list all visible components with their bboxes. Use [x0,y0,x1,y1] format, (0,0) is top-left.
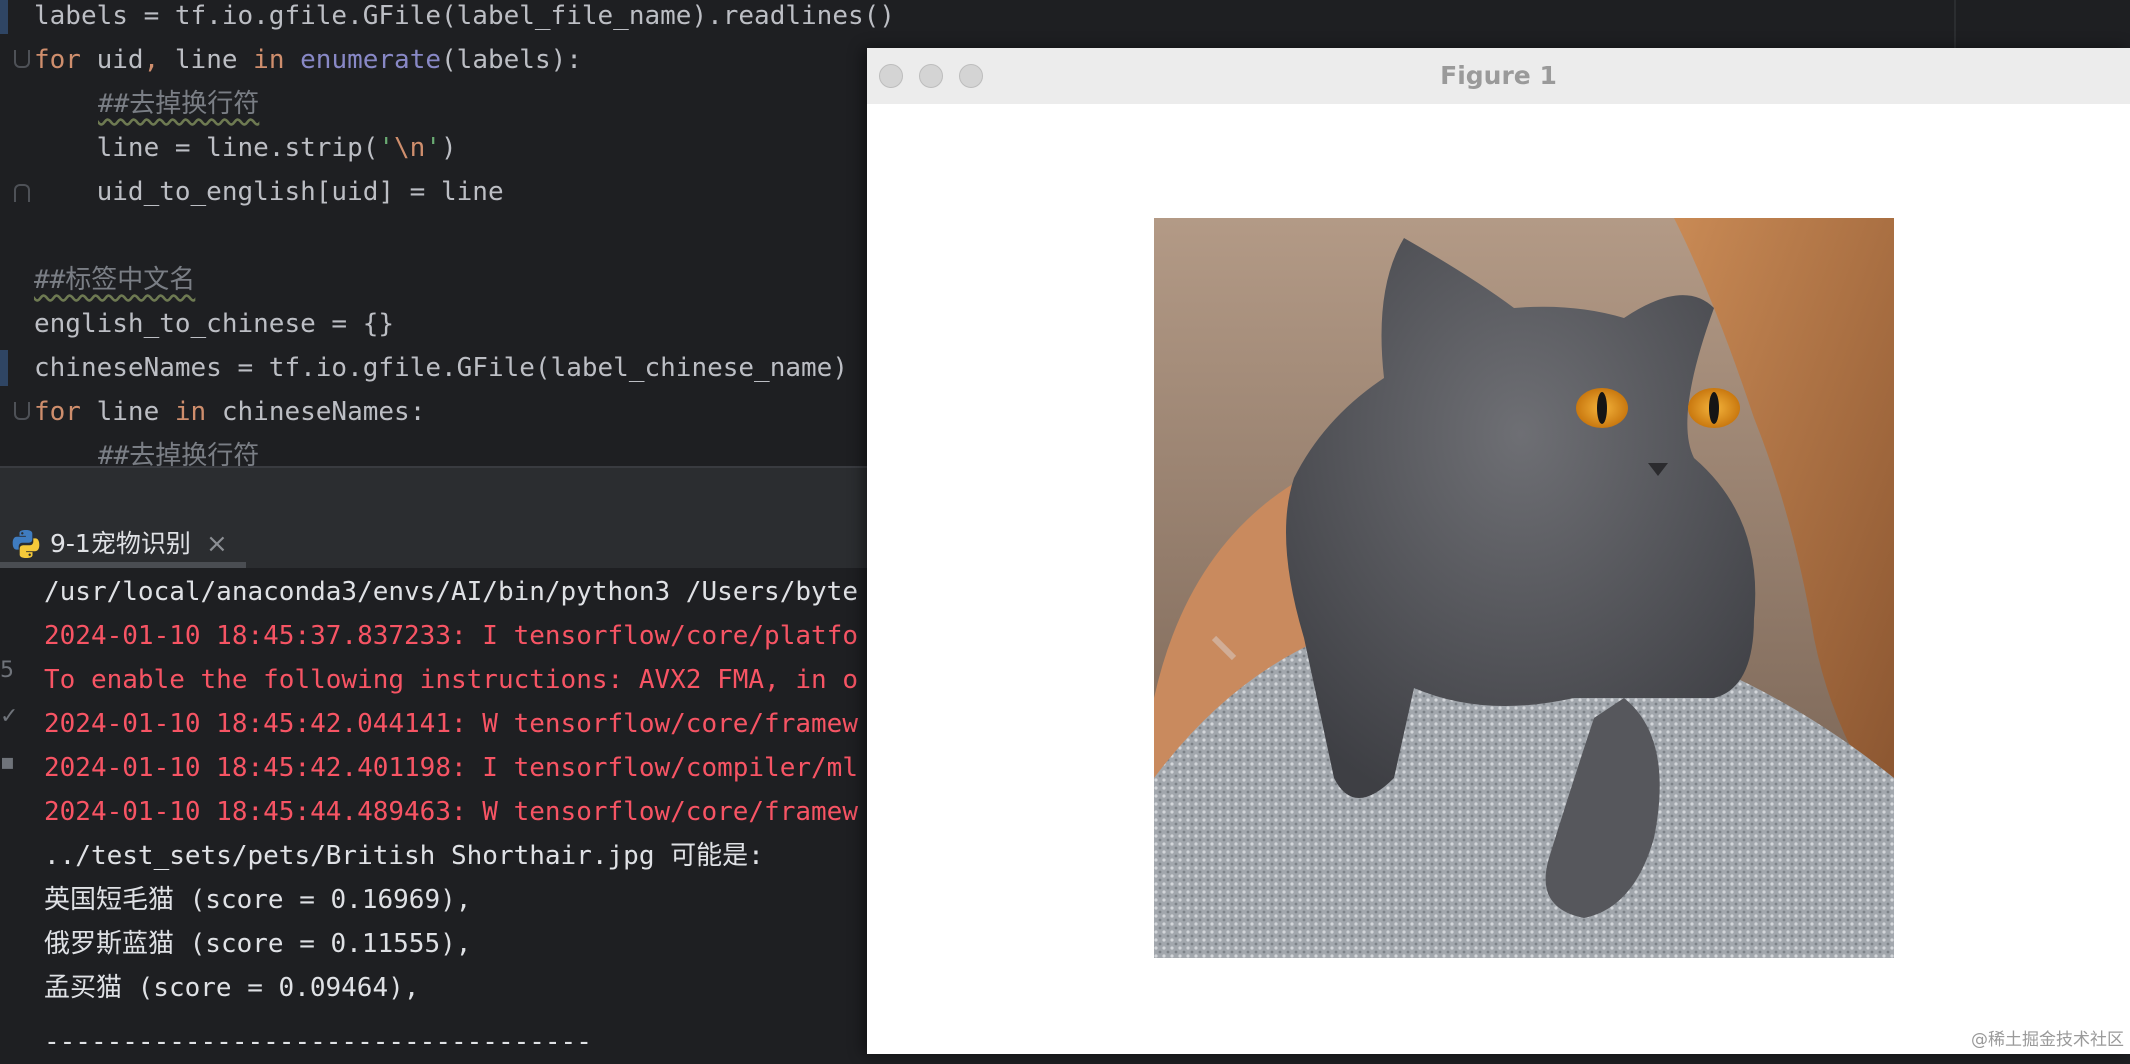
console-line-error: 2024-01-10 18:45:37.837233: I tensorflow… [44,621,858,651]
comment: ##去掉换行符 [98,441,260,466]
code-line-1[interactable]: labels = tf.io.gfile.GFile(label_file_na… [0,0,2130,38]
toolbar-glyph[interactable]: ▪ [0,750,15,775]
cat-photo [1154,218,1894,958]
code-text: for uid, line in enumerate(labels): [34,38,582,82]
console-line-error: 2024-01-10 18:45:42.044141: W tensorflow… [44,709,858,739]
keyword: for [34,397,81,427]
comment: ##去掉换行符 [98,89,260,119]
console-separator: ----------------------------------- [44,1027,592,1057]
console-line-error: 2024-01-10 18:45:44.489463: W tensorflow… [44,797,858,827]
code-token: , [143,45,160,75]
code-token: (labels): [441,45,582,75]
toolbar-glyph[interactable]: 5 [0,658,14,683]
figure-window[interactable]: Figure 1 [867,48,2130,1054]
code-text: line = line.strip('\n') [34,126,457,170]
code-token: line [159,45,254,75]
watermark: @稀土掘金技术社区 [1971,1030,2124,1050]
console-line: ../test_sets/pets/British Shorthair.jpg … [44,841,764,871]
string: ' [378,133,395,163]
keyword: in [174,397,207,427]
code-text: ##去掉换行符 [98,82,259,126]
code-text: ##标签中文名 [34,258,195,302]
console-line-error: To enable the following instructions: AV… [44,665,858,695]
code-token: uid [80,45,144,75]
escape-sequence: \n [394,133,426,163]
keyword: for [34,45,81,75]
console-line: 俄罗斯蓝猫 (score = 0.11555), [44,929,472,959]
vcs-change-marker [0,350,8,386]
console-line: 英国短毛猫 (score = 0.16969), [44,885,472,915]
code-text: for line in chineseNames: [34,390,425,434]
code-token: ) [441,133,457,163]
comment: ##标签中文名 [34,265,196,295]
code-text: english_to_chinese = {} [34,309,395,339]
code-text: ##去掉换行符 [98,434,259,466]
code-token: line = line.strip( [34,133,379,163]
window-titlebar[interactable]: Figure 1 [867,48,2130,105]
builtin: enumerate [300,45,442,75]
close-tab-button[interactable]: × [206,526,228,562]
toolbar-glyph[interactable]: ✓ [0,704,18,729]
console-line: /usr/local/anaconda3/envs/AI/bin/python3… [44,577,858,607]
string: ' [425,133,441,163]
code-token: line [80,397,175,427]
window-title: Figure 1 [1440,61,1557,90]
code-text: labels = tf.io.gfile.GFile(label_file_na… [34,1,895,31]
keyword: in [253,45,285,75]
fold-icon[interactable] [14,50,30,68]
code-text: uid_to_english[uid] = line [34,177,504,207]
code-token: chineseNames: [206,397,426,427]
figure-canvas [867,104,2130,1054]
fold-icon[interactable] [14,402,30,420]
python-icon [12,530,40,558]
console-line: 孟买猫 (score = 0.09464), [44,973,420,1003]
console-line-error: 2024-01-10 18:45:42.401198: I tensorflow… [44,753,858,783]
vcs-change-marker [0,0,8,34]
code-text: chineseNames = tf.io.gfile.GFile(label_c… [34,353,848,383]
tab-label: 9-1宠物识别 [50,529,191,558]
fold-icon[interactable] [14,184,30,202]
